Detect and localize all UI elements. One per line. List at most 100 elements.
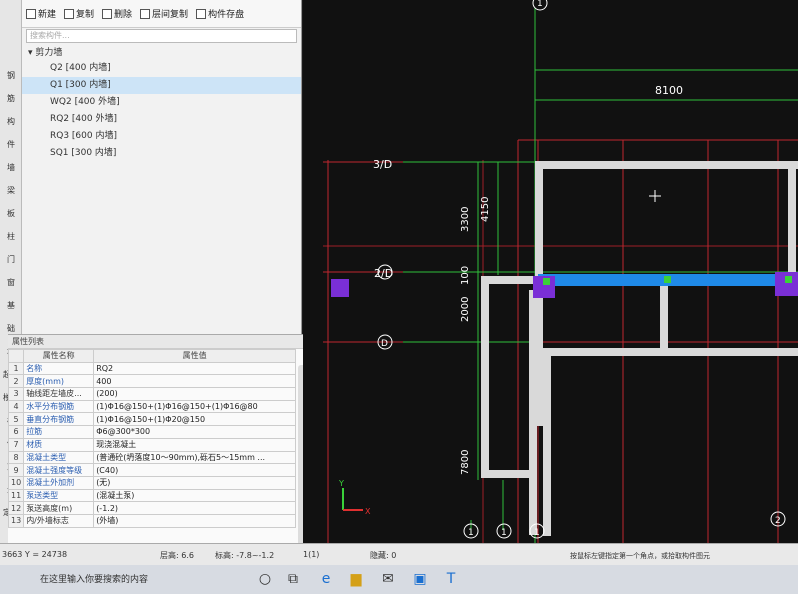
property-value[interactable]: 400 xyxy=(93,374,296,389)
component-toolbar: 新建 复制 删除 层间复制 构件存盘 xyxy=(22,0,301,28)
left-strip-item[interactable]: 窗 xyxy=(1,277,21,288)
col-header-name: 属性名称 xyxy=(23,349,95,363)
axis-label-bottom-2: 2 xyxy=(775,516,781,526)
col-header-value: 属性值 xyxy=(93,349,296,363)
property-row[interactable]: 1 名称 RQ2 xyxy=(7,361,296,376)
tree-item[interactable]: SQ1 [300 内墙] xyxy=(22,145,301,162)
property-value[interactable]: (200) xyxy=(93,387,296,401)
property-name: 混凝土外加剂 xyxy=(23,475,95,490)
cortana-icon[interactable]: ○ xyxy=(255,569,275,589)
axis-label-d: D xyxy=(381,339,388,349)
dim-3300: 3300 xyxy=(460,207,471,232)
cad-drawing[interactable]: 1 3/D 2/D D 1 1 1 2 8100 3300 4150 100 2… xyxy=(303,0,798,543)
property-row[interactable]: 4 水平分布钢筋 (1)Φ16@150+(1)Φ16@150+(1)Φ16@80 xyxy=(7,399,296,414)
mail-icon[interactable]: ✉ xyxy=(378,569,398,589)
property-name: 拉筋 xyxy=(23,425,95,439)
new-button[interactable]: 新建 xyxy=(26,7,56,20)
left-strip-item[interactable]: 钢 xyxy=(1,70,21,81)
left-strip-item[interactable]: 筋 xyxy=(1,93,21,104)
delete-button[interactable]: 删除 xyxy=(102,7,132,20)
row-number: 9 xyxy=(7,463,25,477)
property-row[interactable]: 9 混凝土强度等级 (C40) xyxy=(7,463,296,477)
property-row[interactable]: 6 拉筋 Φ6@300*300 xyxy=(7,425,296,439)
tree-item[interactable]: Q2 [400 内墙] xyxy=(22,60,301,77)
svg-text:X: X xyxy=(365,507,371,516)
left-strip-item[interactable]: 基 xyxy=(1,300,21,311)
app-icon[interactable]: ▣ xyxy=(410,569,430,589)
property-value[interactable]: RQ2 xyxy=(93,361,296,376)
axis-label-3d: 3/D xyxy=(373,158,392,171)
explorer-icon[interactable]: ▆ xyxy=(346,569,366,589)
property-value[interactable]: (普通砼(坍落度10～90mm),砾石5～15mm ... xyxy=(93,450,296,465)
left-strip-item[interactable]: 柱 xyxy=(1,231,21,242)
property-row[interactable]: 12 泵送高度(m) (-1.2) xyxy=(7,501,296,515)
status-hidden: 隐藏: 0 xyxy=(370,551,397,560)
left-strip-item[interactable]: 梁 xyxy=(1,185,21,196)
tree-item[interactable]: Q1 [300 内墙] xyxy=(22,77,301,94)
cad-canvas[interactable]: 1 3/D 2/D D 1 1 1 2 8100 3300 4150 100 2… xyxy=(303,0,798,543)
floor-copy-button[interactable]: 层间复制 xyxy=(140,7,188,20)
axis-label-bottom-1a: 1 xyxy=(468,528,474,538)
left-strip-item[interactable]: 构 xyxy=(1,116,21,127)
property-name: 水平分布钢筋 xyxy=(23,399,95,414)
status-bar: 3663 Y = 24738 层高: 6.6 标高: -7.8~-1.2 1(1… xyxy=(0,543,798,565)
row-number: 8 xyxy=(7,450,25,465)
property-row[interactable]: 7 材质 现浇混凝土 xyxy=(7,437,296,452)
left-strip-item[interactable]: 础 xyxy=(1,323,21,334)
property-value[interactable]: Φ6@300*300 xyxy=(93,425,296,439)
property-row[interactable]: 3 轴线距左墙皮... (200) xyxy=(7,387,296,401)
row-number: 3 xyxy=(7,387,25,401)
edge-icon[interactable]: e xyxy=(316,569,336,589)
left-strip-item[interactable]: 墙 xyxy=(1,162,21,173)
row-number: 10 xyxy=(7,475,25,490)
property-value[interactable]: (外墙) xyxy=(93,513,296,528)
property-row[interactable]: 8 混凝土类型 (普通砼(坍落度10～90mm),砾石5～15mm ... xyxy=(7,450,296,465)
property-value[interactable]: (混凝土泵) xyxy=(93,488,296,503)
left-strip-item[interactable]: 件 xyxy=(1,139,21,150)
row-number: 13 xyxy=(7,513,25,528)
property-name: 厚度(mm) xyxy=(23,374,95,389)
property-value[interactable]: (C40) xyxy=(93,463,296,477)
component-search-input[interactable]: 搜索构件... xyxy=(26,29,297,43)
property-value[interactable]: (1)Φ16@150+(1)Φ20@150 xyxy=(93,412,296,427)
status-floor-height: 层高: 6.6 xyxy=(160,551,194,560)
windows-taskbar: 在这里输入你要搜索的内容 ○ ⧉ e ▆ ✉ ▣ T xyxy=(0,565,798,594)
property-row[interactable]: 2 厚度(mm) 400 xyxy=(7,374,296,389)
row-number: 12 xyxy=(7,501,25,515)
property-row[interactable]: 11 泵送类型 (混凝土泵) xyxy=(7,488,296,503)
row-number: 6 xyxy=(7,425,25,439)
property-name: 名称 xyxy=(23,361,95,376)
status-elevation: 标高: -7.8~-1.2 xyxy=(215,551,275,560)
property-row[interactable]: 13 内/外墙标志 (外墙) xyxy=(7,513,296,528)
tree-item[interactable]: RQ2 [400 外墙] xyxy=(22,111,301,128)
copy-button[interactable]: 复制 xyxy=(64,7,94,20)
dim-2000: 2000 xyxy=(460,297,471,322)
property-row[interactable]: 10 混凝土外加剂 (无) xyxy=(7,475,296,490)
property-panel-title: 属性列表 xyxy=(8,335,308,349)
row-number: 4 xyxy=(7,399,25,414)
property-row[interactable]: 5 垂直分布钢筋 (1)Φ16@150+(1)Φ20@150 xyxy=(7,412,296,427)
left-strip-item[interactable]: 板 xyxy=(1,208,21,219)
tree-item[interactable]: WQ2 [400 外墙] xyxy=(22,94,301,111)
left-strip-item[interactable]: 门 xyxy=(1,254,21,265)
property-name: 混凝土强度等级 xyxy=(23,463,95,477)
property-value[interactable]: (无) xyxy=(93,475,296,490)
taskbar-search[interactable]: 在这里输入你要搜索的内容 xyxy=(22,571,242,589)
task-view-icon[interactable]: ⧉ xyxy=(283,569,303,589)
property-name: 泵送类型 xyxy=(23,488,95,503)
tree-item[interactable]: RQ3 [600 内墙] xyxy=(22,128,301,145)
save-component-button[interactable]: 构件存盘 xyxy=(196,7,244,20)
axis-label-bottom-1c: 1 xyxy=(534,528,540,538)
text-app-icon[interactable]: T xyxy=(441,569,461,589)
dim-100: 100 xyxy=(460,266,471,285)
property-name: 轴线距左墙皮... xyxy=(23,387,95,401)
tree-category-shear-wall[interactable]: ▾ 剪力墙 xyxy=(22,46,301,60)
svg-text:Y: Y xyxy=(338,479,344,488)
property-value[interactable]: 现浇混凝土 xyxy=(93,437,296,452)
property-name: 材质 xyxy=(23,437,95,452)
property-value[interactable]: (1)Φ16@150+(1)Φ16@150+(1)Φ16@80 xyxy=(93,399,296,414)
axis-label-bottom-1b: 1 xyxy=(501,528,507,538)
status-count: 1(1) xyxy=(303,550,320,559)
property-value[interactable]: (-1.2) xyxy=(93,501,296,515)
row-number: 5 xyxy=(7,412,25,427)
